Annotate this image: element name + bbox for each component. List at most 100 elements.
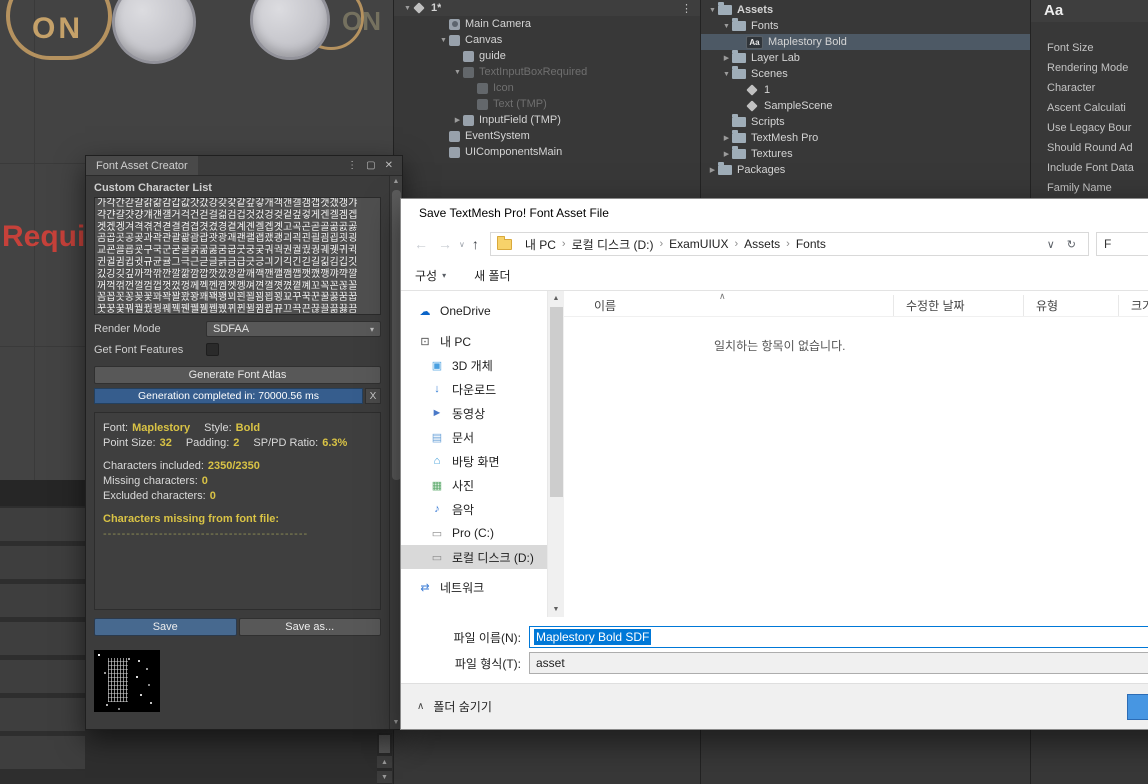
scroll-down-icon[interactable]: ▼ <box>377 770 392 783</box>
sidebar-item-drive-d[interactable]: ▭ 로컬 디스크 (D:) <box>401 545 547 569</box>
hierarchy-item-textinputboxrequired[interactable]: ▼ TextInputBoxRequired <box>394 64 700 80</box>
organize-button[interactable]: 구성 ▾ <box>415 267 446 284</box>
hierarchy-item-canvas[interactable]: ▼ Canvas <box>394 32 700 48</box>
breadcrumb-segment[interactable]: 내 PC <box>519 236 562 253</box>
hierarchy-item-eventsystem[interactable]: EventSystem <box>394 128 700 144</box>
address-dropdown-icon[interactable]: ∨ <box>1047 238 1055 251</box>
save-as-button[interactable]: Save as... <box>239 618 382 636</box>
project-item-textmesh-pro[interactable]: ▶ TextMesh Pro <box>701 130 1030 146</box>
history-chevron-icon[interactable]: ∨ <box>459 240 465 249</box>
project-item-scenes[interactable]: ▼ Scenes <box>701 66 1030 82</box>
dialog-title-bar[interactable]: Save TextMesh Pro! Font Asset File <box>401 199 1148 227</box>
refresh-icon[interactable]: ↻ <box>1067 238 1076 251</box>
up-icon[interactable]: ↑ <box>472 236 479 252</box>
missing-characters-label: Missing characters: <box>103 475 198 487</box>
column-header-type[interactable]: 유형 <box>1024 295 1119 316</box>
hierarchy-item-icon[interactable]: Icon <box>394 80 700 96</box>
hierarchy-item-text-tmp[interactable]: Text (TMP) <box>394 96 700 112</box>
sidebar-item-onedrive[interactable]: ☁ OneDrive <box>401 299 547 323</box>
sidebar-item-pictures[interactable]: ▦ 사진 <box>401 473 547 497</box>
foldout-icon[interactable]: ▼ <box>707 7 718 14</box>
column-header-size[interactable]: 크기 <box>1119 295 1148 316</box>
sidebar-item-3d-objects[interactable]: ▣ 3D 개체 <box>401 353 547 377</box>
forward-icon[interactable]: → <box>438 236 452 252</box>
save-button[interactable]: Save <box>94 618 237 636</box>
project-item-scene-1[interactable]: 1 <box>701 82 1030 98</box>
sidebar-item-this-pc[interactable]: ⊡ 내 PC <box>401 329 547 353</box>
window-title-bar[interactable]: Font Asset Creator ⋮ ▢ ✕ <box>86 156 402 176</box>
scrollbar-thumb[interactable] <box>550 307 563 497</box>
sidebar-item-videos[interactable]: ► 동영상 <box>401 401 547 425</box>
hide-folders-chevron-icon[interactable]: ∧ <box>417 701 424 712</box>
custom-character-list-input[interactable]: 가각간갇갈갉갊감갑값갓갔강갖갗같갚갛개객갠갤갬갭갯갰갱갸 갹갼걀걋걍걔걘걜거걱건… <box>94 197 381 315</box>
scroll-down-icon[interactable]: ▼ <box>393 717 400 729</box>
sidebar-scrollbar[interactable]: ▲ ▼ <box>547 291 564 617</box>
column-header-name[interactable]: 이름 <box>564 295 894 316</box>
scroll-up-icon[interactable]: ▲ <box>553 291 560 306</box>
window-maximize-icon[interactable]: ▢ <box>366 160 375 171</box>
breadcrumb[interactable]: 내 PC › 로컬 디스크 (D:) › ExamUIUX › Assets ›… <box>490 232 1089 256</box>
project-item-packages[interactable]: ▶ Packages <box>701 162 1030 178</box>
save-button-partial[interactable] <box>1127 694 1148 720</box>
project-item-layer-lab[interactable]: ▶ Layer Lab <box>701 50 1030 66</box>
project-item-label: Maplestory Bold <box>768 36 847 48</box>
background-scrollbar[interactable]: ▲ ▼ <box>377 733 392 784</box>
project-item-assets[interactable]: ▼ Assets <box>701 2 1030 18</box>
sidebar-item-documents[interactable]: ▤ 문서 <box>401 425 547 449</box>
foldout-icon[interactable]: ▶ <box>721 150 732 158</box>
progress-close-button[interactable]: X <box>365 388 381 404</box>
scroll-up-icon[interactable]: ▲ <box>377 755 392 768</box>
sidebar-item-music[interactable]: ♪ 음악 <box>401 497 547 521</box>
sidebar-item-desktop[interactable]: ⌂ 바탕 화면 <box>401 449 547 473</box>
foldout-icon[interactable]: ▶ <box>721 134 732 142</box>
foldout-icon[interactable]: ▼ <box>452 69 463 76</box>
hierarchy-item-main-camera[interactable]: Main Camera <box>394 16 700 32</box>
render-mode-dropdown[interactable]: SDFAA ▾ <box>206 321 381 337</box>
hierarchy-scene-row[interactable]: ▼ 1* ⋮ <box>394 0 700 16</box>
foldout-icon[interactable]: ▶ <box>452 116 463 124</box>
sidebar-item-downloads[interactable]: ↓ 다운로드 <box>401 377 547 401</box>
breadcrumb-segment[interactable]: ExamUIUX <box>663 237 734 251</box>
hierarchy-item-uicomponentsmain[interactable]: UIComponentsMain <box>394 144 700 160</box>
hide-folders-button[interactable]: 폴더 숨기기 <box>433 698 492 715</box>
foldout-icon[interactable]: ▶ <box>721 54 732 62</box>
project-item-samplescene[interactable]: SampleScene <box>701 98 1030 114</box>
get-font-features-checkbox[interactable] <box>206 343 219 356</box>
hierarchy-item-inputfield-tmp[interactable]: ▶ InputField (TMP) <box>394 112 700 128</box>
foldout-icon[interactable]: ▼ <box>721 71 732 78</box>
search-input[interactable]: F <box>1096 232 1148 256</box>
sidebar-item-drive-c[interactable]: ▭ Pro (C:) <box>401 521 547 545</box>
scroll-up-icon[interactable]: ▲ <box>393 176 400 188</box>
project-item-fonts[interactable]: ▼ Fonts <box>701 18 1030 34</box>
sidebar-item-label: 네트워크 <box>440 579 484 596</box>
file-name-input[interactable]: Maplestory Bold SDF <box>529 626 1148 648</box>
foldout-icon[interactable]: ▼ <box>402 5 413 12</box>
breadcrumb-segment[interactable]: Fonts <box>790 237 832 251</box>
hierarchy-item-label: Main Camera <box>465 18 531 30</box>
breadcrumb-segment[interactable]: Assets <box>738 237 786 251</box>
organize-label: 구성 <box>415 267 437 284</box>
folder-icon <box>732 53 746 63</box>
generate-font-atlas-button[interactable]: Generate Font Atlas <box>94 366 381 384</box>
scroll-down-icon[interactable]: ▼ <box>553 602 560 617</box>
project-item-maplestory-bold[interactable]: Aa Maplestory Bold <box>701 34 1030 50</box>
project-item-textures[interactable]: ▶ Textures <box>701 146 1030 162</box>
scrollbar-thumb[interactable] <box>379 735 390 753</box>
window-menu-icon[interactable]: ⋮ <box>347 160 357 171</box>
project-item-label: Scenes <box>751 68 788 80</box>
foldout-icon[interactable]: ▶ <box>707 166 718 174</box>
column-header-date-modified[interactable]: 수정한 날짜 <box>894 295 1024 316</box>
window-title-tab[interactable]: Font Asset Creator <box>86 156 198 175</box>
new-folder-button[interactable]: 새 폴더 <box>474 267 510 284</box>
project-item-scripts[interactable]: Scripts <box>701 114 1030 130</box>
window-close-icon[interactable]: ✕ <box>385 160 393 171</box>
file-type-dropdown[interactable]: asset <box>529 652 1148 674</box>
hierarchy-item-guide[interactable]: guide <box>394 48 700 64</box>
unity-scene-icon <box>746 84 757 95</box>
foldout-icon[interactable]: ▼ <box>721 23 732 30</box>
back-icon[interactable]: ← <box>414 236 428 252</box>
sidebar-item-network[interactable]: ⇄ 네트워크 <box>401 575 547 599</box>
breadcrumb-segment[interactable]: 로컬 디스크 (D:) <box>566 236 660 253</box>
foldout-icon[interactable]: ▼ <box>438 37 449 44</box>
panel-menu-icon[interactable]: ⋮ <box>681 2 692 15</box>
